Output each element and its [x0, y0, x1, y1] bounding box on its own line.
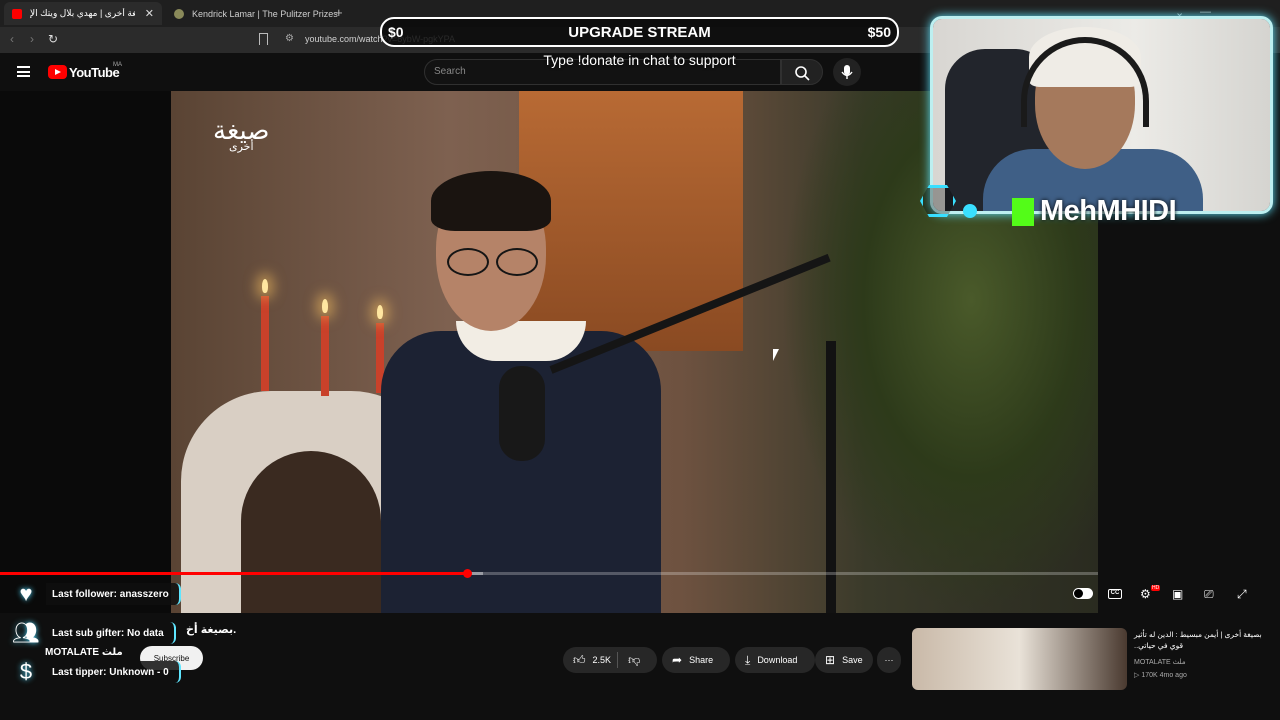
progress-bar[interactable]	[0, 569, 1098, 578]
save-button[interactable]: ⊞ Save	[815, 647, 873, 673]
like-count[interactable]: 2.5K	[593, 655, 612, 665]
last-tipper-text: Last tipper: Unknown - 0	[46, 661, 181, 683]
donate-hint: Type !donate in chat to support	[543, 52, 736, 68]
country-code: MA	[113, 62, 122, 68]
last-sub-gifter-text: Last sub gifter: No data	[46, 622, 176, 644]
browser-tab-active[interactable]: بصيغة أخرى | مهدي بلال ويتك الإ ✕	[4, 2, 162, 25]
cast-icon[interactable]: ⎚	[1204, 587, 1214, 602]
dollar-icon: $	[19, 659, 33, 684]
goal-high: $50	[867, 24, 891, 40]
last-tipper-alert: $ Last tipper: Unknown - 0	[6, 657, 181, 687]
candle-flame	[322, 299, 328, 313]
related-video-thumbnail[interactable]	[912, 628, 1127, 690]
upgrade-stream-goal: $0 UPGRADE STREAM $50	[380, 17, 899, 47]
menu-icon[interactable]	[17, 66, 30, 77]
gift-users-icon: 👥︎	[12, 620, 40, 645]
bottom-strip	[0, 690, 1280, 720]
save-label: Save	[842, 655, 863, 665]
video-title: بصيغة أخ.	[186, 624, 237, 636]
more-actions-button[interactable]: ···	[877, 647, 901, 673]
site-info-icon[interactable]: ⚙	[285, 33, 294, 44]
candle-flame	[262, 279, 268, 293]
youtube-logo-icon[interactable]	[48, 65, 67, 79]
like-dislike-group: 👍︎ 2.5K 👎︎	[563, 647, 657, 673]
kick-logo-icon	[1012, 198, 1034, 226]
tab-title: Kendrick Lamar | The Pulitzer Prizes	[192, 8, 338, 19]
streamer-name: MehMHIDI	[1040, 195, 1177, 227]
last-follower-text: Last follower: anasszero	[46, 583, 181, 605]
miniplayer-icon[interactable]: ▣	[1172, 587, 1183, 601]
settings-gear-icon[interactable]: ⚙	[1140, 587, 1151, 601]
accent-dot	[963, 204, 977, 218]
close-tab-icon[interactable]: ✕	[145, 7, 154, 20]
candle	[261, 296, 269, 391]
related-video-stats: ▷ 170K 4mo ago	[1134, 672, 1187, 679]
scrubber-handle[interactable]	[462, 569, 472, 578]
captions-icon[interactable]: CC	[1108, 589, 1122, 599]
fullscreen-icon[interactable]: ⤢	[1237, 587, 1247, 602]
tab-title: بصيغة أخرى | مهدي بلال ويتك الإ	[30, 8, 135, 18]
share-button[interactable]: ➦ Share	[662, 647, 730, 673]
autoplay-toggle[interactable]	[1073, 588, 1093, 599]
download-icon: ⤓	[745, 652, 751, 667]
thumbs-down-icon[interactable]: 👎︎	[628, 653, 640, 668]
download-button[interactable]: ⤓ Download	[735, 647, 815, 673]
played-bar	[0, 572, 467, 575]
pulitzer-favicon-icon	[174, 8, 184, 19]
related-video-channel[interactable]: MOTALATE ملث	[1134, 658, 1186, 666]
heart-icon: ♥	[19, 581, 33, 606]
candle	[321, 316, 329, 396]
webcam-overlay	[930, 16, 1273, 214]
last-sub-gifter-alert: 👥︎ Last sub gifter: No data	[6, 618, 176, 648]
back-arrow-icon[interactable]: ‹	[10, 32, 14, 46]
share-arrow-icon: ➦	[672, 653, 683, 667]
last-follower-alert: ♥ Last follower: anasszero	[6, 579, 181, 609]
thumbs-up-icon[interactable]: 👍︎	[573, 653, 586, 668]
new-tab-button[interactable]: +	[335, 5, 343, 20]
more-icon: ···	[884, 655, 894, 665]
save-playlist-icon: ⊞	[825, 653, 836, 667]
microphone	[499, 366, 545, 461]
show-logo: صيغة أخرى	[213, 116, 269, 153]
browser-tab-kendrick[interactable]: Kendrick Lamar | The Pulitzer Prizes	[166, 2, 338, 25]
goal-title: UPGRADE STREAM	[568, 24, 711, 41]
related-video-title[interactable]: بصيغة أخرى | أيمن مبسيط : الدين له تأثير…	[1134, 629, 1264, 651]
share-label: Share	[689, 655, 714, 665]
mouse-cursor-icon	[773, 349, 779, 361]
forward-arrow-icon[interactable]: ›	[30, 32, 34, 46]
youtube-favicon-icon	[12, 8, 22, 19]
reload-icon[interactable]: ↻	[48, 32, 58, 46]
glasses	[441, 248, 541, 276]
hd-badge: HD	[1151, 585, 1161, 591]
youtube-logo-text[interactable]: YouTube	[69, 65, 120, 80]
download-label: Download	[757, 655, 798, 665]
bookmark-icon[interactable]	[259, 33, 268, 45]
